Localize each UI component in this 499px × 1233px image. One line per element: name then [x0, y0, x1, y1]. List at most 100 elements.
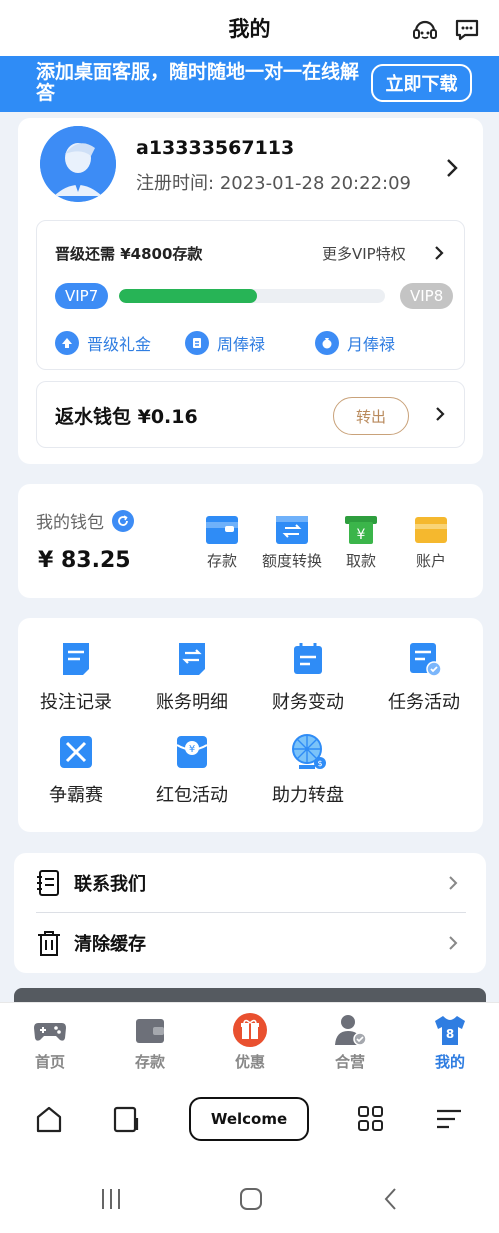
contact-us-label: 联系我们: [74, 874, 146, 895]
transfer-out-button[interactable]: 转出: [333, 397, 409, 435]
wallet-card: 我的钱包 ¥ 83.25 存款 额度转换 ¥ 取款 账户: [18, 484, 483, 598]
tab-partner[interactable]: 合营: [310, 1013, 390, 1072]
contact-us-row[interactable]: 联系我们: [36, 855, 466, 911]
vip-progress-fill: [119, 289, 258, 303]
grid-label: 任务活动: [388, 692, 460, 713]
tab-label: 合营: [334, 1053, 365, 1071]
chevron-right-icon[interactable]: [434, 245, 444, 261]
perk-weekly-salary[interactable]: 周俸禄: [185, 331, 265, 355]
registration-label: 注册时间:: [136, 173, 215, 194]
contact-icon: [37, 870, 59, 896]
tab-label: 优惠: [234, 1053, 265, 1071]
grid-item-wheel[interactable]: $ 助力转盘: [253, 733, 363, 807]
perk-label: 晋级礼金: [87, 335, 152, 354]
user-card: a13333567113 注册时间: 2023-01-28 20:22:09 晋…: [18, 118, 483, 464]
wallet-balance: ¥ 83.25: [38, 548, 131, 573]
bet-record-icon: [57, 640, 95, 678]
rebate-label: 返水钱包 ¥0.16: [55, 406, 198, 428]
divider: [36, 912, 466, 913]
download-banner: 添加桌面客服，随时随地一对一在线解答 立即下载: [0, 56, 499, 112]
username: a13333567113: [136, 137, 295, 159]
chevron-right-icon[interactable]: [446, 158, 458, 178]
grid-item-task[interactable]: 任务活动: [369, 640, 479, 714]
grid-item-bet-record[interactable]: 投注记录: [21, 640, 131, 714]
banner-text: 添加桌面客服，随时随地一对一在线解答: [36, 61, 360, 104]
feature-grid: 投注记录 账务明细 财务变动 任务活动 争霸赛 ¥ 红包活动 $ 助力转盘: [18, 618, 483, 832]
chevron-right-icon[interactable]: [435, 406, 445, 422]
trash-icon: [38, 931, 60, 956]
browser-toolbar: Welcome: [0, 1082, 499, 1160]
vip-current-badge: VIP7: [55, 283, 109, 309]
refresh-icon[interactable]: [112, 509, 134, 532]
home-icon[interactable]: [34, 1104, 64, 1134]
apps-grid-icon[interactable]: [356, 1104, 386, 1134]
svg-text:¥: ¥: [357, 527, 366, 543]
top-bar: 我的: [0, 0, 499, 56]
headset-icon[interactable]: [411, 16, 439, 44]
vip-progress-bar: [119, 289, 385, 303]
tab-home[interactable]: 首页: [10, 1013, 90, 1072]
card-icon: [414, 514, 448, 546]
recent-apps-icon[interactable]: [98, 1186, 124, 1212]
perk-label: 周俸禄: [217, 335, 266, 354]
transfer-icon: [275, 514, 309, 546]
tab-label: 存款: [134, 1053, 165, 1071]
download-button[interactable]: 立即下载: [371, 64, 472, 102]
wallet-label-text: 我的钱包: [36, 513, 104, 533]
grid-item-tournament[interactable]: 争霸赛: [21, 733, 131, 807]
gift-icon: [233, 1013, 267, 1047]
rebate-wallet: 返水钱包 ¥0.16 转出: [36, 381, 465, 448]
grid-label: 争霸赛: [49, 785, 103, 806]
deposit-action[interactable]: 存款: [187, 514, 257, 571]
avatar[interactable]: [40, 126, 116, 202]
svg-text:$: $: [317, 759, 322, 768]
grid-label: 助力转盘: [272, 785, 344, 806]
grid-item-red-packet[interactable]: ¥ 红包活动: [137, 733, 247, 807]
tabs-icon[interactable]: [112, 1104, 142, 1134]
action-label: 额度转换: [261, 552, 322, 570]
welcome-button[interactable]: Welcome: [189, 1097, 309, 1141]
perk-label: 月俸禄: [347, 335, 396, 354]
task-icon: [405, 640, 443, 678]
gamepad-icon: [33, 1013, 67, 1047]
action-label: 取款: [345, 552, 376, 570]
svg-text:¥: ¥: [189, 744, 195, 755]
document-icon: [185, 331, 209, 355]
system-nav-bar: [0, 1160, 499, 1233]
back-icon[interactable]: [378, 1186, 404, 1212]
chat-icon[interactable]: [453, 16, 481, 44]
menu-icon[interactable]: [434, 1104, 464, 1134]
tab-deposit[interactable]: 存款: [110, 1013, 190, 1072]
chevron-right-icon: [449, 876, 458, 890]
tournament-icon: [57, 733, 95, 771]
grid-item-account-detail[interactable]: 账务明细: [137, 640, 247, 714]
vip-upgrade-text: 晋级还需 ¥4800存款: [55, 245, 203, 263]
settings-list: 联系我们 清除缓存: [14, 853, 486, 973]
withdraw-action[interactable]: ¥ 取款: [326, 514, 396, 571]
grid-item-finance-change[interactable]: 财务变动: [253, 640, 363, 714]
chevron-right-icon: [449, 936, 458, 950]
clear-cache-row[interactable]: 清除缓存: [36, 915, 466, 971]
action-label: 账户: [415, 552, 446, 570]
perk-upgrade-bonus[interactable]: 晋级礼金: [55, 331, 151, 355]
vip-more-link[interactable]: 更多VIP特权: [322, 243, 406, 264]
money-bag-icon: [315, 331, 339, 355]
clear-cache-label: 清除缓存: [74, 934, 146, 955]
tab-promotions[interactable]: 优惠: [210, 1013, 290, 1072]
deposit-icon: [205, 514, 239, 546]
transfer-action[interactable]: 额度转换: [257, 514, 327, 571]
page-title: 我的: [228, 17, 271, 41]
account-detail-icon: [173, 640, 211, 678]
tab-mine[interactable]: 8 我的: [410, 1013, 490, 1072]
bottom-tab-bar: 首页 存款 优惠 合营 8 我的: [0, 1002, 499, 1082]
registration-value: 2023-01-28 20:22:09: [219, 173, 411, 194]
account-action[interactable]: 账户: [396, 514, 466, 571]
perk-monthly-salary[interactable]: 月俸禄: [315, 331, 395, 355]
registration-time: 注册时间: 2023-01-28 20:22:09: [136, 169, 411, 195]
red-packet-icon: ¥: [173, 733, 211, 771]
jersey-number: 8: [446, 1027, 454, 1041]
partner-icon: [333, 1013, 367, 1047]
home-button-icon[interactable]: [238, 1186, 264, 1212]
tab-label: 首页: [34, 1053, 65, 1071]
finance-change-icon: [289, 640, 327, 678]
